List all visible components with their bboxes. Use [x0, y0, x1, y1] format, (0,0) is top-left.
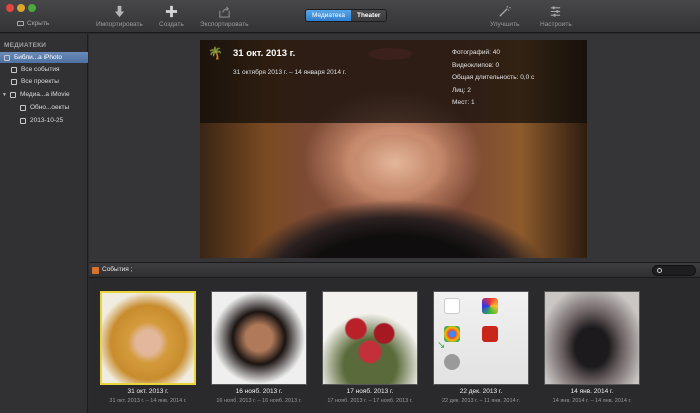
chrome-icon [444, 326, 460, 342]
event-tile[interactable]: 16 нояб. 2013 г. 16 нояб. 2013 г. – 16 н… [211, 291, 307, 404]
plus-icon [165, 5, 177, 18]
sidebar-item-iphoto-library[interactable]: Библи...а iPhoto [0, 52, 88, 63]
event-range: 17 нояб. 2013 г. – 17 нояб. 2013 г. [327, 398, 413, 404]
tab-theater[interactable]: Theater [350, 10, 387, 21]
filezilla-icon [482, 326, 498, 342]
projects-icon [11, 78, 17, 85]
view-switcher: Медиатека Theater [305, 9, 388, 22]
stat-photos: Фотографий: 40 [452, 49, 500, 56]
create-button[interactable]: Создать [159, 5, 184, 28]
export-button[interactable]: Экспортировать [200, 5, 249, 28]
sidebar-item-label: 2013-10-25 [30, 117, 64, 124]
sidebar-item-imovie-library[interactable]: ▼ Медиа...а iMovie [0, 89, 88, 100]
event-thumbnail[interactable] [100, 291, 196, 385]
events-sort-menu[interactable]: События ; [102, 266, 132, 273]
sidebar-toggle-icon [17, 21, 24, 26]
import-arrow-icon [114, 5, 125, 18]
adjust-button[interactable]: Настроить [540, 5, 572, 28]
sidebar-item-all-events[interactable]: Все события [0, 64, 88, 75]
import-label: Импортировать [96, 21, 143, 28]
preview-photo[interactable]: 🌴 31 окт. 2013 г. 31 октября 2013 г. – 1… [200, 40, 587, 258]
imovie-library-icon [9, 91, 16, 98]
events-icon [11, 66, 17, 73]
create-label: Создать [159, 21, 184, 28]
sidebar-item-label: Медиа...а iMovie [19, 91, 70, 98]
hide-sidebar-button[interactable]: Скрыть [17, 20, 49, 27]
disclosure-triangle-icon[interactable]: ▼ [2, 92, 7, 98]
search-input[interactable] [652, 265, 696, 276]
stat-faces: Лиц: 2 [452, 86, 471, 94]
event-thumbnail[interactable] [544, 291, 640, 385]
stat-duration: Общая длительность: 0,0 с [452, 74, 535, 81]
event-date: 31 окт. 2013 г. [127, 388, 169, 395]
sidebar-item-label: Библи...а iPhoto [14, 54, 63, 61]
adjust-label: Настроить [540, 21, 572, 28]
iphoto-library-icon [4, 54, 10, 61]
event-tile[interactable]: 17 нояб. 2013 г. 17 нояб. 2013 г. – 17 н… [322, 291, 418, 404]
event-range: 31 окт. 2013 г. – 14 янв. 2014 г. [109, 398, 187, 404]
magic-wand-icon [499, 5, 512, 17]
events-icon [92, 267, 99, 274]
event-thumbnail[interactable]: ↘ [433, 291, 529, 385]
sidebar-item-label: Все проекты [21, 78, 59, 85]
export-label: Экспортировать [200, 21, 249, 28]
event-range: 16 нояб. 2013 г. – 16 нояб. 2013 г. [216, 398, 302, 404]
folder-icon [20, 104, 26, 111]
event-range: 22 дек. 2013 г. – 11 янв. 2014 г. [442, 398, 520, 404]
event-range: 14 янв. 2014 г. – 14 янв. 2014 г. [552, 398, 632, 404]
event-thumbnail[interactable] [211, 291, 307, 385]
share-icon [219, 6, 230, 18]
event-date-range: 31 октября 2013 г. – 14 января 2014 г. [233, 69, 347, 76]
zoom-window-button[interactable] [28, 4, 36, 12]
hide-label: Скрыть [27, 20, 50, 27]
enhance-button[interactable]: Улучшить [490, 5, 519, 28]
event-date: 22 дек. 2013 г. [459, 388, 503, 395]
arrow-icon: ↘ [437, 340, 446, 351]
event-tile[interactable]: ↘ 22 дек. 2013 г. 22 дек. 2013 г. – 11 я… [433, 291, 529, 404]
event-tile[interactable]: 31 окт. 2013 г. 31 окт. 2013 г. – 14 янв… [100, 291, 196, 404]
event-info-overlay: 🌴 31 окт. 2013 г. 31 октября 2013 г. – 1… [200, 40, 587, 123]
event-thumbnail[interactable] [322, 291, 418, 385]
minimize-window-button[interactable] [17, 4, 25, 12]
event-title: 31 окт. 2013 г. [233, 48, 296, 59]
stat-places: Мест: 1 [452, 99, 475, 106]
close-window-button[interactable] [6, 4, 14, 12]
sliders-icon [551, 6, 561, 17]
app-icon [444, 298, 460, 314]
event-date: 14 янв. 2014 г. [570, 388, 614, 395]
app-icon [482, 298, 498, 314]
sidebar-item-all-projects[interactable]: Все проекты [0, 76, 88, 87]
event-tile[interactable]: 14 янв. 2014 г. 14 янв. 2014 г. – 14 янв… [544, 291, 640, 404]
event-date: 17 нояб. 2013 г. [346, 388, 394, 395]
import-button[interactable]: Импортировать [96, 5, 143, 28]
sidebar-header: МЕДИАТЕКИ [4, 42, 47, 49]
sidebar-item-label: Обно...оекты [30, 104, 70, 111]
sidebar: МЕДИАТЕКИ Библи...а iPhoto Все события В… [0, 34, 88, 413]
event-stats: Фотографий: 40 Видеоклипов: 0 Общая длит… [452, 47, 534, 110]
enhance-label: Улучшить [490, 21, 520, 28]
palm-tree-icon: 🌴 [208, 46, 223, 60]
sidebar-item-label: Все события [21, 66, 60, 73]
event-date: 16 нояб. 2013 г. [235, 388, 283, 395]
event-preview: 🌴 31 окт. 2013 г. 31 октября 2013 г. – 1… [89, 34, 700, 262]
event-icon [20, 117, 26, 124]
events-grid: 31 окт. 2013 г. 31 окт. 2013 г. – 14 янв… [89, 279, 700, 413]
photo-detail [240, 170, 550, 258]
sidebar-item-event-2013-10-25[interactable]: 2013-10-25 [0, 115, 88, 126]
search-icon [657, 268, 662, 273]
events-header-bar: События ; [89, 262, 700, 278]
tab-library[interactable]: Медиатека [306, 10, 351, 21]
stat-videos: Видеоклипов: 0 [452, 61, 500, 69]
sidebar-item-updated-projects[interactable]: Обно...оекты [0, 102, 88, 113]
toolbar: Скрыть Импортировать Создать Экспортиров… [0, 0, 700, 33]
app-icon [444, 354, 460, 370]
